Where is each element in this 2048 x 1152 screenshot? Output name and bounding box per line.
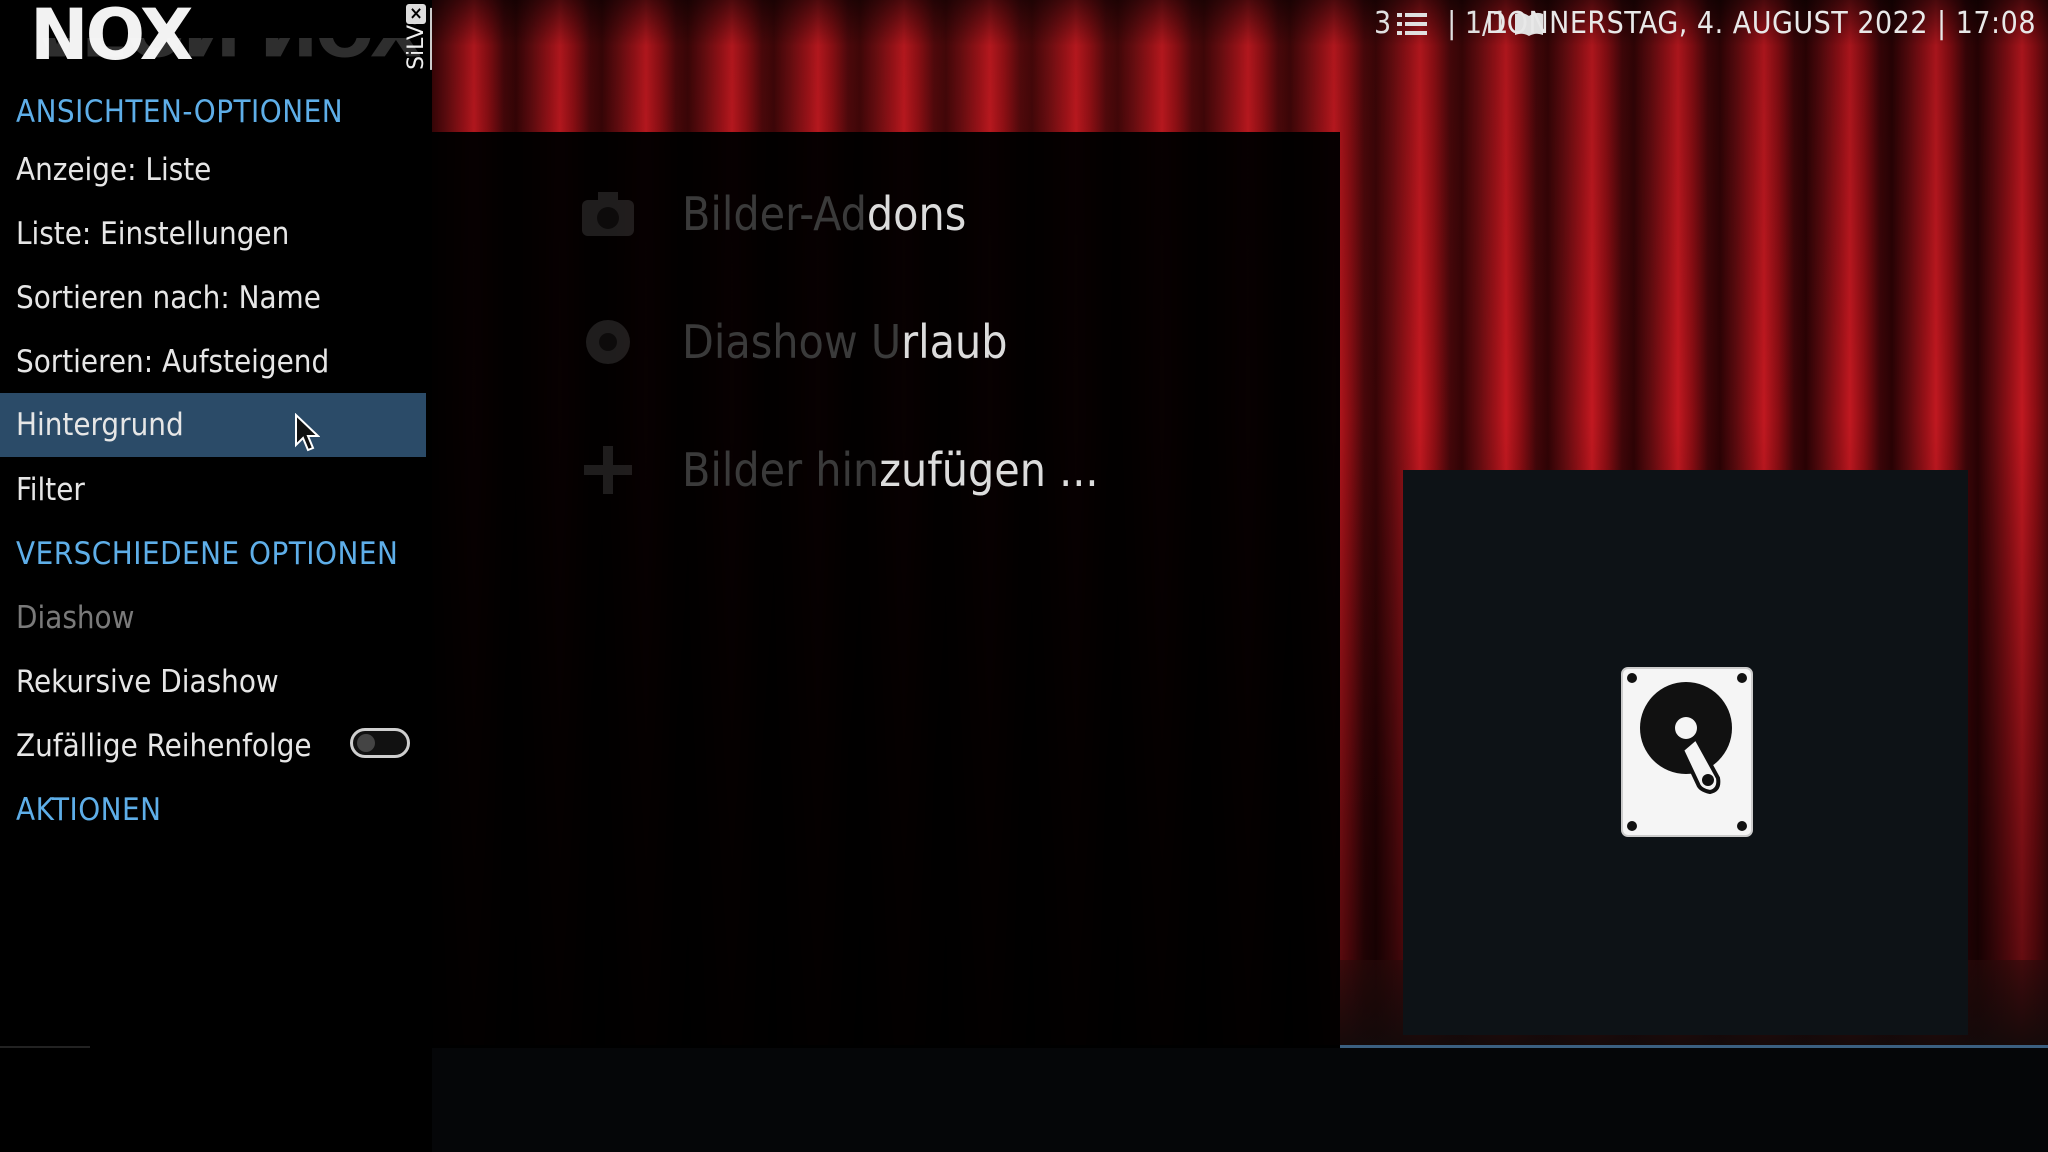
plus-icon bbox=[578, 440, 638, 500]
list-item[interactable]: Bilder hinzufügen ... bbox=[682, 430, 1099, 510]
side-menu: AEON NOX SiLVO AEON NOX × ANSICHTEN-OPTI… bbox=[0, 0, 432, 1048]
random-order-option[interactable]: Zufällige Reihenfolge bbox=[0, 714, 426, 778]
logo-reflection: AEON NOX bbox=[30, 38, 420, 64]
list-settings-option[interactable]: Liste: Einstellungen bbox=[0, 202, 426, 266]
preview-panel bbox=[1403, 470, 1968, 1035]
camera-icon bbox=[578, 312, 638, 372]
bottom-bar bbox=[0, 1048, 2048, 1152]
slideshow-option[interactable]: Diashow bbox=[0, 586, 426, 650]
toggle-knob bbox=[357, 734, 375, 752]
background-option[interactable]: Hintergrund bbox=[0, 393, 426, 457]
section-header-actions: AKTIONEN bbox=[16, 792, 162, 828]
top-bar: 3 | 1/1 DONNERSTAG, 4. AUGUST 2022 | 17:… bbox=[432, 0, 2048, 46]
bottom-bar-fill bbox=[432, 1048, 2048, 1152]
file-list: Bilder-Addons Diashow Urlaub Bilder hinz… bbox=[432, 132, 1340, 1045]
view-mode-option[interactable]: Anzeige: Liste bbox=[0, 138, 426, 202]
list-item-hidden-text: Bilder hin bbox=[682, 443, 880, 497]
random-order-label: Zufällige Reihenfolge bbox=[16, 728, 312, 764]
list-item-hidden-text: Bilder-Ad bbox=[682, 187, 867, 241]
filter-option[interactable]: Filter bbox=[0, 458, 426, 522]
sort-by-option[interactable]: Sortieren nach: Name bbox=[0, 266, 426, 330]
list-icon bbox=[1397, 13, 1428, 35]
date-time: DONNERSTAG, 4. AUGUST 2022 | 17:08 bbox=[1485, 6, 2036, 41]
list-item[interactable]: Diashow Urlaub bbox=[682, 302, 1008, 382]
sort-order-option[interactable]: Sortieren: Aufsteigend bbox=[0, 330, 426, 394]
item-count: 3 bbox=[1374, 6, 1392, 41]
random-order-toggle[interactable] bbox=[350, 728, 410, 758]
list-item[interactable]: Bilder-Addons bbox=[682, 174, 966, 254]
list-item-label: dons bbox=[866, 187, 967, 241]
list-item-label: zufügen ... bbox=[879, 443, 1099, 497]
mouse-pointer-icon bbox=[295, 413, 320, 452]
list-item-label: rlaub bbox=[901, 315, 1008, 369]
camera-icon bbox=[578, 184, 638, 244]
sidebar-divider bbox=[0, 1046, 90, 1048]
recursive-slideshow-option[interactable]: Rekursive Diashow bbox=[0, 650, 426, 714]
close-icon[interactable]: × bbox=[406, 4, 426, 24]
list-item-hidden-text: Diashow U bbox=[682, 315, 902, 369]
hard-drive-icon bbox=[1621, 667, 1753, 837]
section-header-misc-options: VERSCHIEDENE OPTIONEN bbox=[16, 536, 399, 572]
section-header-view-options: ANSICHTEN-OPTIONEN bbox=[16, 94, 344, 130]
